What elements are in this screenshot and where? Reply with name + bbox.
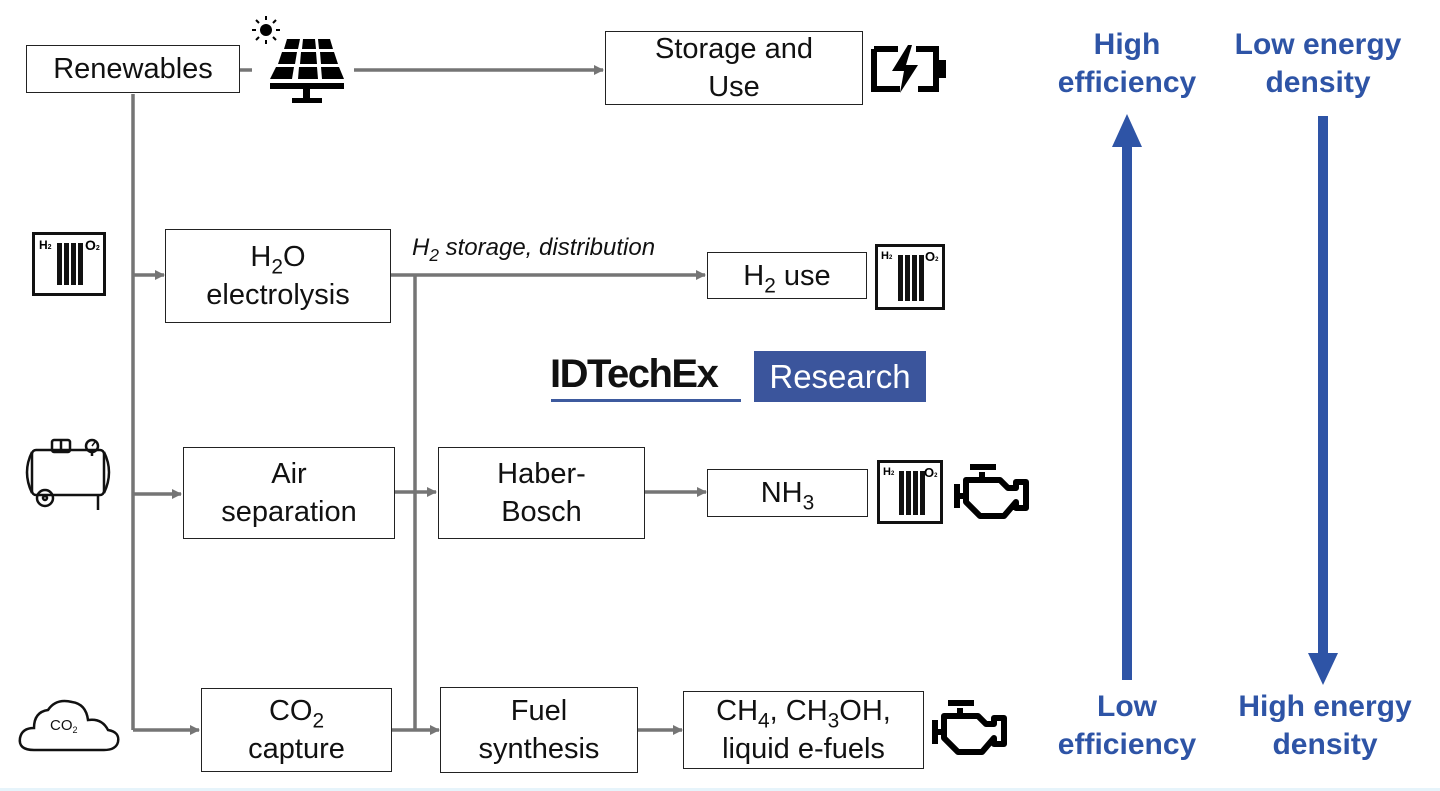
fuel-synthesis-line1: Fuel xyxy=(510,695,568,727)
renewables-box: Renewables xyxy=(26,45,240,93)
fuel-cell-icon: H2 O2 xyxy=(32,232,106,296)
fuel-cell-h2-label: H2 xyxy=(883,466,895,478)
storage-line2: Use xyxy=(708,71,760,103)
e-fuels-formulas: CH4, CH3OH, xyxy=(716,695,891,733)
h2-storage-distribution-label: H2 storage, distribution xyxy=(412,234,656,266)
engine-icon xyxy=(932,700,1007,755)
co2-capture-formula: CO2 xyxy=(268,695,325,733)
air-separation-box: Air separation xyxy=(183,447,395,539)
high-energy-density-label: High energy density xyxy=(1238,690,1412,761)
nh3-label: NH3 xyxy=(760,477,815,515)
fuel-cell-h2-label: H2 xyxy=(39,238,52,252)
fuel-cell-o2-label: O2 xyxy=(85,237,100,253)
energy-density-arrow-shaft xyxy=(1318,116,1328,654)
fuel-synthesis-box: Fuel synthesis xyxy=(440,687,638,773)
fuel-cell-o2-label: O2 xyxy=(925,249,939,264)
storage-and-use-box: Storage and Use xyxy=(605,31,863,105)
fuel-synthesis-line2: synthesis xyxy=(478,733,600,765)
connector-lines xyxy=(131,65,1338,735)
co2-capture-label: capture xyxy=(248,733,345,765)
air-separation-line1: Air xyxy=(271,458,307,490)
haber-bosch-box: Haber- Bosch xyxy=(438,447,645,539)
renewables-label: Renewables xyxy=(53,53,213,85)
high-efficiency-label: High efficiency xyxy=(1057,28,1197,99)
energy-density-arrow-head xyxy=(1308,653,1338,685)
h2-use-label: H2 use xyxy=(743,259,831,297)
storage-line1: Storage and xyxy=(654,33,813,65)
fuel-cell-h2-label: H2 xyxy=(881,250,893,262)
h2-use-box: H2 use xyxy=(707,252,867,299)
efficiency-arrow-head xyxy=(1112,114,1142,147)
fuel-cell-icon: H2 O2 xyxy=(877,460,943,524)
electrolysis-label: electrolysis xyxy=(206,279,350,311)
fuel-cell-o2-label: O2 xyxy=(924,465,938,480)
air-separation-line2: separation xyxy=(221,496,357,528)
solar-panel-icon xyxy=(252,16,344,103)
e-fuels-label: liquid e-fuels xyxy=(722,733,885,765)
fuel-cell-icon: H2 O2 xyxy=(875,244,945,310)
nh3-box: NH3 xyxy=(707,469,868,517)
battery-charging-icon xyxy=(871,45,946,93)
low-efficiency-label: Low efficiency xyxy=(1057,690,1197,761)
idtechex-research-badge: Research xyxy=(754,351,926,402)
haber-bosch-line1: Haber- xyxy=(497,458,586,490)
h2o-electrolysis-box: H2O electrolysis xyxy=(165,229,391,323)
low-energy-density-label: Low energy density xyxy=(1234,28,1402,99)
haber-bosch-line2: Bosch xyxy=(501,496,582,528)
engine-icon xyxy=(954,464,1029,519)
efficiency-arrow-shaft xyxy=(1122,140,1132,680)
idtechex-logo-underline xyxy=(551,399,741,402)
idtechex-logo-text: IDTechEx xyxy=(550,352,719,396)
co2-capture-box: CO2 capture xyxy=(201,688,392,772)
electrolysis-formula: H2O xyxy=(250,241,306,279)
e-fuels-box: CH4, CH3OH, liquid e-fuels xyxy=(683,691,924,769)
air-compressor-icon xyxy=(25,438,111,510)
co2-cloud-label: CO2 xyxy=(50,717,78,735)
